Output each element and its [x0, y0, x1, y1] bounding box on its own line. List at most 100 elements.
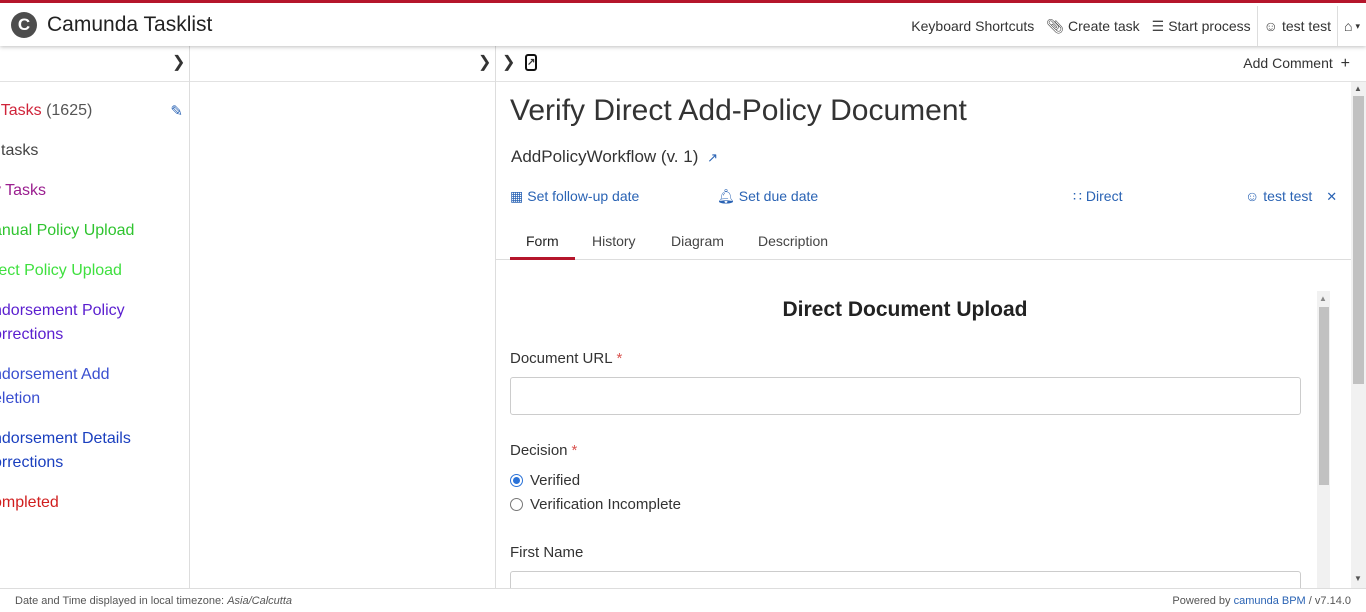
task-panel-scrollbar[interactable]: ▲ ▼ — [1351, 82, 1366, 588]
tab-history[interactable]: History — [592, 233, 636, 259]
filter-label: ompleted — [0, 494, 59, 511]
follow-up-label: Set follow-up date — [527, 188, 640, 204]
filter-item-all-tasks[interactable]: l Tasks (1625) — [0, 99, 92, 123]
filter-item-endorsement-add-deletion[interactable]: ndorsement Add eletion — [0, 363, 110, 411]
filter-item-endorsement-details-corrections[interactable]: ndorsement Details orrections — [0, 427, 131, 475]
task-form: Direct Document Upload Document URL * Dec… — [496, 291, 1314, 588]
unassign-close-icon[interactable]: ✕ — [1326, 189, 1337, 204]
plus-icon: + — [1340, 55, 1350, 72]
filter-label-line2: orrections — [0, 454, 64, 471]
decision-radio-verification-incomplete[interactable]: Verification Incomplete — [510, 496, 681, 513]
document-url-input[interactable] — [510, 377, 1301, 415]
decision-radio-verified[interactable]: Verified — [510, 472, 580, 489]
keyboard-shortcuts-link[interactable]: Keyboard Shortcuts — [905, 6, 1040, 46]
chevron-right-icon[interactable]: ❯ — [172, 55, 185, 71]
edit-filter-pencil-icon[interactable]: ✎ — [170, 102, 183, 120]
process-name: AddPolicyWorkflow (v. 1) — [511, 147, 699, 166]
candidate-group-button[interactable]: ∷ Direct — [1073, 188, 1122, 205]
chevron-right-icon[interactable]: ❯ — [478, 55, 491, 71]
calendar-icon: ▦ — [510, 188, 524, 204]
external-link-icon[interactable]: ↗ — [707, 150, 718, 165]
caret-down-icon: ▾ — [1355, 20, 1360, 31]
filter-item-all-tasks-2[interactable]: l tasks — [0, 139, 38, 163]
tab-form[interactable]: Form — [510, 233, 575, 260]
task-list-panel: ❯ — [190, 46, 496, 588]
required-marker: * — [616, 350, 623, 367]
chevron-right-icon[interactable]: ❯ — [502, 55, 515, 71]
filter-label: ndorsement Policy — [0, 302, 125, 319]
add-comment-label: Add Comment — [1243, 55, 1333, 71]
create-task-link[interactable]: 📎︎ Create task — [1040, 6, 1145, 46]
task-title: Verify Direct Add-Policy Document — [510, 94, 967, 127]
groups-grid-icon: ∷ — [1073, 188, 1082, 204]
task-detail-panel: ❯ ↗ Add Comment + Verify Direct Add-Poli… — [496, 46, 1366, 588]
list-icon: ☰ — [1151, 17, 1165, 34]
radio-label: Verification Incomplete — [530, 496, 681, 513]
user-name: test test — [1281, 18, 1331, 34]
form-scrollbar-thumb[interactable] — [1319, 307, 1329, 485]
document-link-icon[interactable]: ↗ — [525, 54, 537, 71]
filter-label: ndorsement Add — [0, 366, 110, 383]
user-menu[interactable]: ☺ test test — [1256, 6, 1337, 46]
first-name-label-text: First Name — [510, 544, 584, 561]
required-marker: * — [571, 442, 578, 459]
filter-item-completed[interactable]: ompleted — [0, 491, 59, 515]
first-name-label: First Name — [510, 544, 583, 561]
filter-item-direct-policy-upload[interactable]: rect Policy Upload — [0, 259, 122, 283]
filter-item-manual-policy-upload[interactable]: anual Policy Upload — [0, 219, 134, 243]
filters-header: ❯ — [0, 46, 189, 82]
filter-label: rect Policy Upload — [0, 262, 122, 279]
radio-button[interactable] — [510, 498, 523, 511]
filter-item-endorsement-policy-corrections[interactable]: ndorsement Policy orrections — [0, 299, 125, 347]
filter-item-my-tasks[interactable]: y Tasks — [0, 179, 46, 203]
filter-count: (1625) — [46, 102, 93, 119]
start-process-label: Start process — [1168, 18, 1251, 34]
footer: Date and Time displayed in local timezon… — [0, 588, 1366, 612]
assignee-label: test test — [1263, 188, 1313, 204]
due-date-label: Set due date — [738, 188, 819, 204]
first-name-input[interactable] — [510, 571, 1301, 588]
filter-label: anual Policy Upload — [0, 222, 135, 239]
form-title: Direct Document Upload — [782, 298, 1028, 321]
scroll-up-arrow-icon[interactable]: ▲ — [1354, 84, 1362, 93]
keyboard-shortcuts-label: Keyboard Shortcuts — [911, 18, 1035, 34]
assignee-button[interactable]: ☺ test test ✕ — [1245, 188, 1337, 205]
decision-label: Decision * — [510, 442, 577, 459]
filter-label-line2: orrections — [0, 326, 64, 343]
tab-diagram[interactable]: Diagram — [671, 233, 724, 259]
task-list-header: ❯ — [190, 46, 495, 82]
create-task-label: Create task — [1068, 18, 1140, 34]
timezone-note: Date and Time displayed in local timezon… — [15, 595, 292, 607]
filters-panel: ❯ ✎ l Tasks (1625) l tasks y Tasks anual… — [0, 46, 190, 588]
powered-by-text: Powered by — [1172, 595, 1231, 607]
scroll-up-arrow-icon[interactable]: ▲ — [1319, 294, 1327, 303]
radio-label: Verified — [530, 472, 581, 489]
document-url-label-text: Document URL — [510, 350, 613, 367]
start-process-link[interactable]: ☰ Start process — [1146, 6, 1257, 46]
follow-up-date-button[interactable]: ▦ Set follow-up date — [510, 188, 639, 205]
top-navbar: C Camunda Tasklist Keyboard Shortcuts 📎︎… — [0, 0, 1366, 46]
document-url-label: Document URL * — [510, 350, 622, 367]
camunda-bpm-link[interactable]: camunda BPM — [1234, 595, 1306, 607]
filter-label: ndorsement Details — [0, 430, 131, 447]
app-title[interactable]: Camunda Tasklist — [47, 13, 212, 37]
form-scrollbar[interactable]: ▲ — [1317, 291, 1330, 588]
task-detail-header: ❯ ↗ Add Comment + — [496, 46, 1366, 82]
task-panel-scrollbar-thumb[interactable] — [1353, 96, 1364, 384]
timezone-text: Date and Time displayed in local timezon… — [15, 595, 225, 607]
due-date-button[interactable]: 🔔︎ Set due date — [717, 188, 818, 205]
scroll-down-arrow-icon[interactable]: ▼ — [1354, 574, 1362, 583]
radio-button-selected[interactable] — [510, 474, 523, 487]
group-label: Direct — [1085, 188, 1123, 204]
filter-label: l tasks — [0, 142, 39, 159]
home-icon: ⌂ — [1344, 18, 1353, 34]
powered-by: Powered by camunda BPM / v7.14.0 — [1172, 595, 1351, 607]
paperclip-icon: 📎︎ — [1046, 17, 1065, 34]
home-menu[interactable]: ⌂ ▾ — [1337, 6, 1366, 46]
tab-description[interactable]: Description — [758, 233, 828, 259]
bell-icon: 🔔︎ — [717, 188, 735, 204]
add-comment-button[interactable]: Add Comment + — [1243, 55, 1350, 73]
task-tabs: Form History Diagram Description — [496, 224, 1351, 260]
filter-label: l Tasks — [0, 102, 42, 119]
camunda-logo-icon[interactable]: C — [11, 12, 37, 38]
